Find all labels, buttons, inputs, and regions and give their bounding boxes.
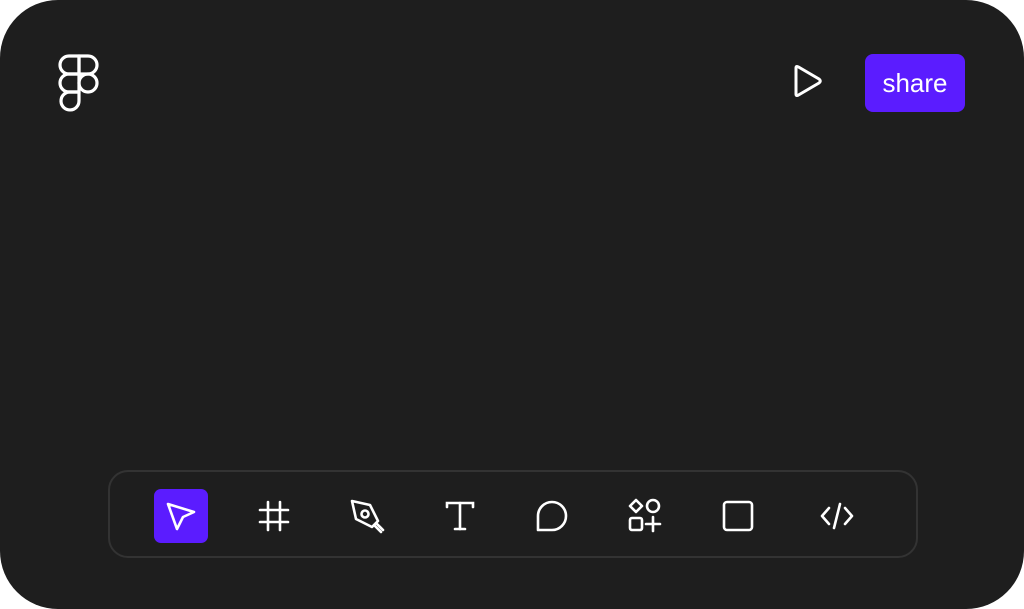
- tool-comment[interactable]: [525, 489, 579, 543]
- text-t-icon: [443, 499, 477, 533]
- figma-logo-icon: [56, 54, 102, 112]
- cursor-arrow-icon: [164, 499, 198, 533]
- comment-bubble-icon: [535, 499, 569, 533]
- share-button[interactable]: share: [865, 54, 965, 112]
- shapes-plus-icon: [627, 498, 663, 534]
- tool-text[interactable]: [433, 489, 487, 543]
- tool-code[interactable]: [810, 489, 864, 543]
- app-window: share: [0, 0, 1024, 609]
- tool-frame[interactable]: [247, 489, 301, 543]
- bottom-toolbar: [108, 470, 918, 558]
- rectangle-icon: [721, 499, 755, 533]
- tool-assets[interactable]: [618, 489, 672, 543]
- play-button[interactable]: [786, 63, 828, 103]
- tool-rectangle[interactable]: [711, 489, 765, 543]
- tool-move[interactable]: [154, 489, 208, 543]
- play-icon: [791, 64, 823, 103]
- code-brackets-icon: [819, 499, 855, 533]
- tool-pen[interactable]: [340, 489, 394, 543]
- pen-nib-icon: [349, 498, 385, 534]
- frame-hash-icon: [257, 499, 291, 533]
